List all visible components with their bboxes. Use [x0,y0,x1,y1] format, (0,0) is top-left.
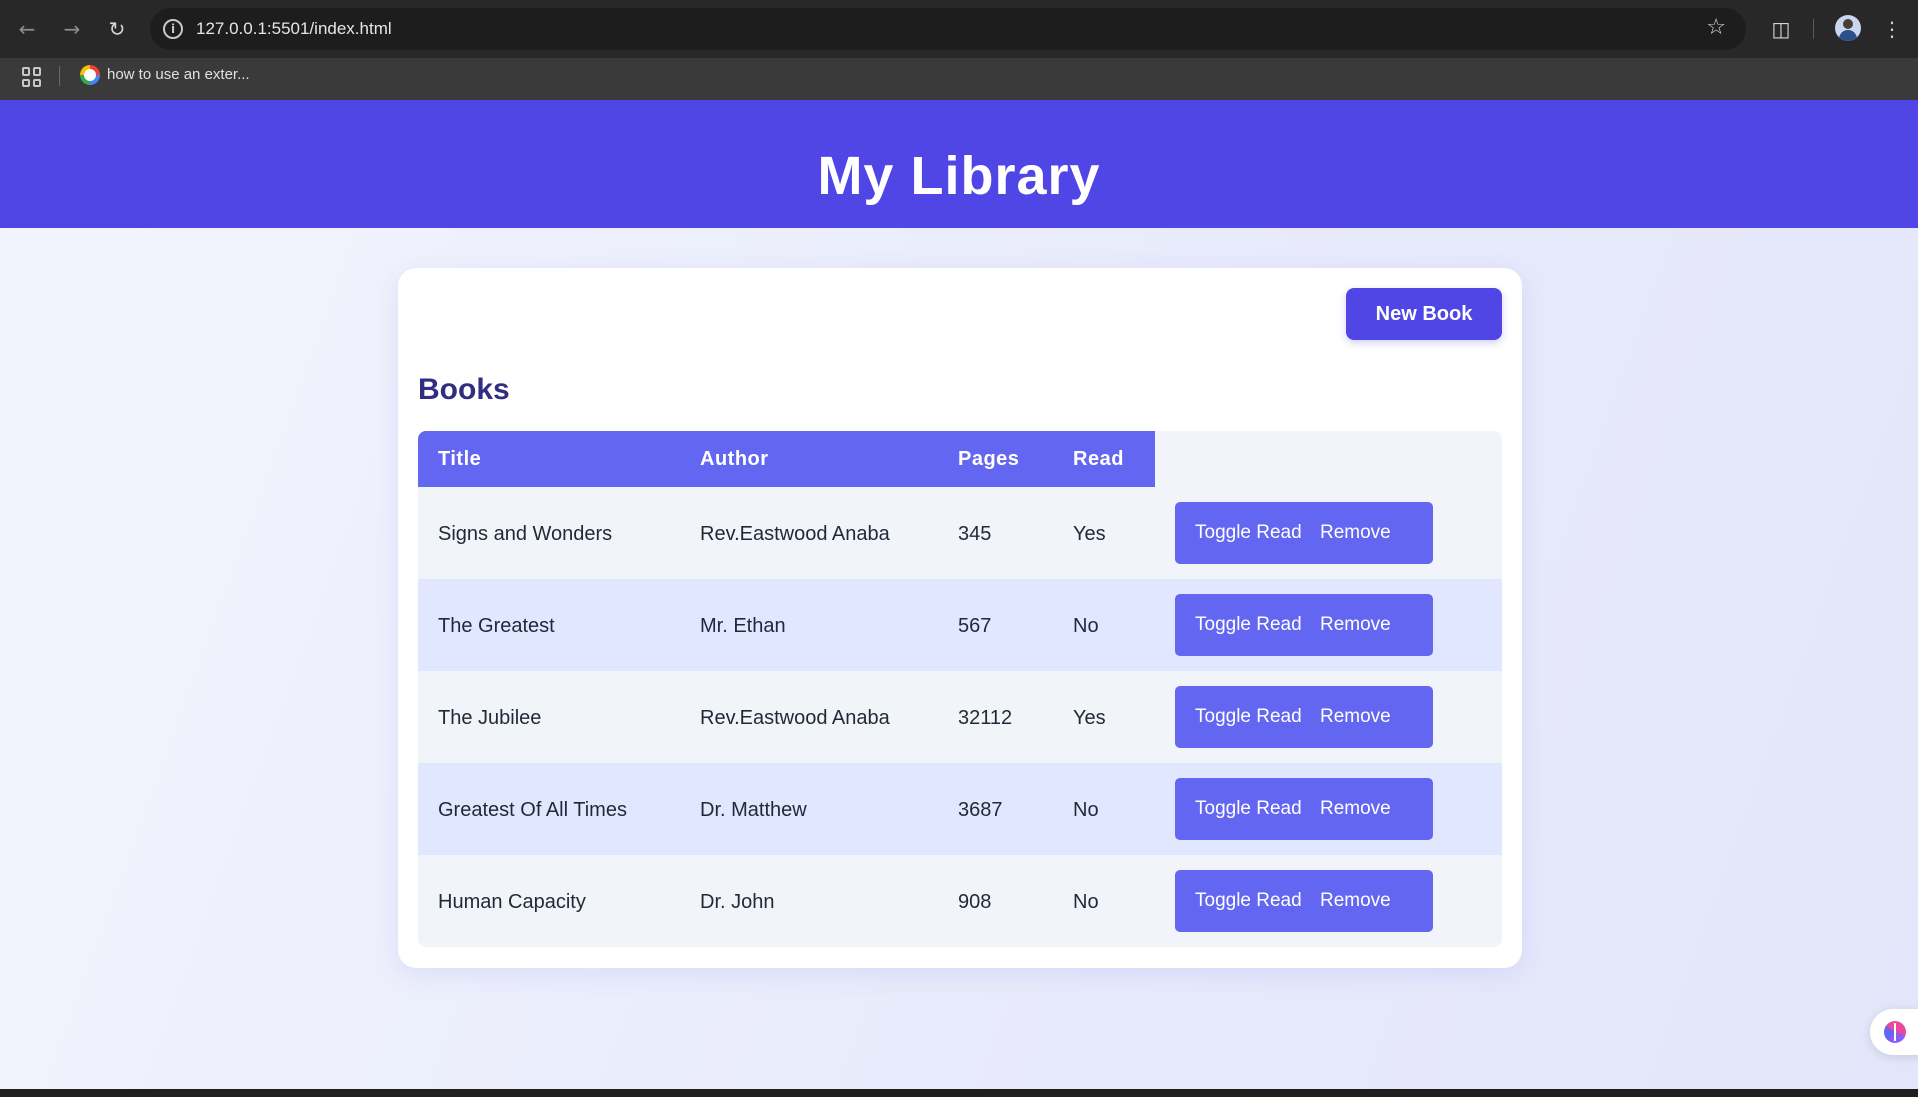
url-text[interactable]: 127.0.0.1:5501/index.html [196,19,392,39]
forward-arrow-icon[interactable]: → [57,14,87,44]
book-title: The Greatest [438,615,555,637]
remove-button[interactable]: Remove [1320,870,1410,932]
books-table: Title Author Pages Read Signs and Wonder… [418,431,1502,947]
row-actions: Toggle Read Remove [1175,502,1433,564]
site-header: My Library [0,100,1918,228]
toggle-read-button[interactable]: Toggle Read [1195,870,1303,932]
more-vert-icon[interactable]: ⋮ [1877,14,1907,44]
row-actions: Toggle Read Remove [1175,686,1433,748]
remove-button[interactable]: Remove [1320,594,1410,656]
remove-button[interactable]: Remove [1320,502,1410,564]
puzzle-icon[interactable]: ◫ [1766,14,1796,44]
address-bar[interactable]: i 127.0.0.1:5501/index.html ☆ [150,8,1746,50]
reload-icon[interactable]: ↻ [102,14,132,44]
toolbar-divider [1813,19,1814,39]
book-pages: 908 [958,891,992,913]
book-read-status: Yes [1073,707,1106,729]
google-icon [80,65,100,85]
column-header-author: Author [700,448,769,470]
book-title: Human Capacity [438,891,586,913]
apps-grid-icon[interactable] [22,67,42,87]
page-title: My Library [817,146,1101,206]
book-title: Signs and Wonders [438,523,613,545]
book-author: Dr. Matthew [700,799,807,821]
book-title: The Jubilee [438,707,542,729]
browser-toolbar: ← → ↻ i 127.0.0.1:5501/index.html ☆ ◫ ⋮ [0,0,1918,58]
toggle-read-button[interactable]: Toggle Read [1195,502,1303,564]
table-row: The Jubilee Rev.Eastwood Anaba 32112 Yes… [418,671,1502,763]
column-header-pages: Pages [958,448,1020,470]
star-icon[interactable]: ☆ [1706,15,1726,41]
book-author: Mr. Ethan [700,615,786,637]
book-read-status: Yes [1073,523,1106,545]
remove-button[interactable]: Remove [1320,686,1410,748]
new-book-button[interactable]: New Book [1346,288,1502,340]
book-author: Dr. John [700,891,775,913]
book-title: Greatest Of All Times [438,799,627,821]
back-arrow-icon[interactable]: ← [12,14,42,44]
book-pages: 345 [958,523,992,545]
book-read-status: No [1073,615,1099,637]
book-pages: 567 [958,615,992,637]
column-header-read: Read [1073,448,1124,470]
book-read-status: No [1073,891,1099,913]
info-icon[interactable]: i [163,19,183,39]
section-title: Books [418,373,510,406]
bookmark-item[interactable]: how to use an exter... [107,66,250,84]
book-read-status: No [1073,799,1099,821]
assistant-fab[interactable] [1870,1009,1918,1055]
table-row: Human Capacity Dr. John 908 No Toggle Re… [418,855,1502,947]
page-content: My Library New Book Books Title Author P… [0,100,1918,1089]
remove-button[interactable]: Remove [1320,778,1410,840]
brain-icon [1884,1021,1906,1043]
table-row: The Greatest Mr. Ethan 567 No Toggle Rea… [418,579,1502,671]
avatar[interactable] [1835,15,1861,41]
toggle-read-button[interactable]: Toggle Read [1195,594,1303,656]
book-author: Rev.Eastwood Anaba [700,523,890,545]
table-header: Title Author Pages Read [418,431,1155,487]
column-header-title: Title [438,448,482,470]
row-actions: Toggle Read Remove [1175,870,1433,932]
book-pages: 3687 [958,799,1003,821]
table-row: Signs and Wonders Rev.Eastwood Anaba 345… [418,487,1502,579]
row-actions: Toggle Read Remove [1175,778,1433,840]
book-pages: 32112 [958,707,1013,729]
taskbar-edge [0,1089,1918,1097]
library-card: New Book Books Title Author Pages Read S… [398,268,1522,968]
toggle-read-button[interactable]: Toggle Read [1195,686,1303,748]
toggle-read-button[interactable]: Toggle Read [1195,778,1303,840]
bookmarks-divider [59,66,60,86]
book-author: Rev.Eastwood Anaba [700,707,890,729]
row-actions: Toggle Read Remove [1175,594,1433,656]
bookmarks-bar [0,58,1918,100]
table-row: Greatest Of All Times Dr. Matthew 3687 N… [418,763,1502,855]
